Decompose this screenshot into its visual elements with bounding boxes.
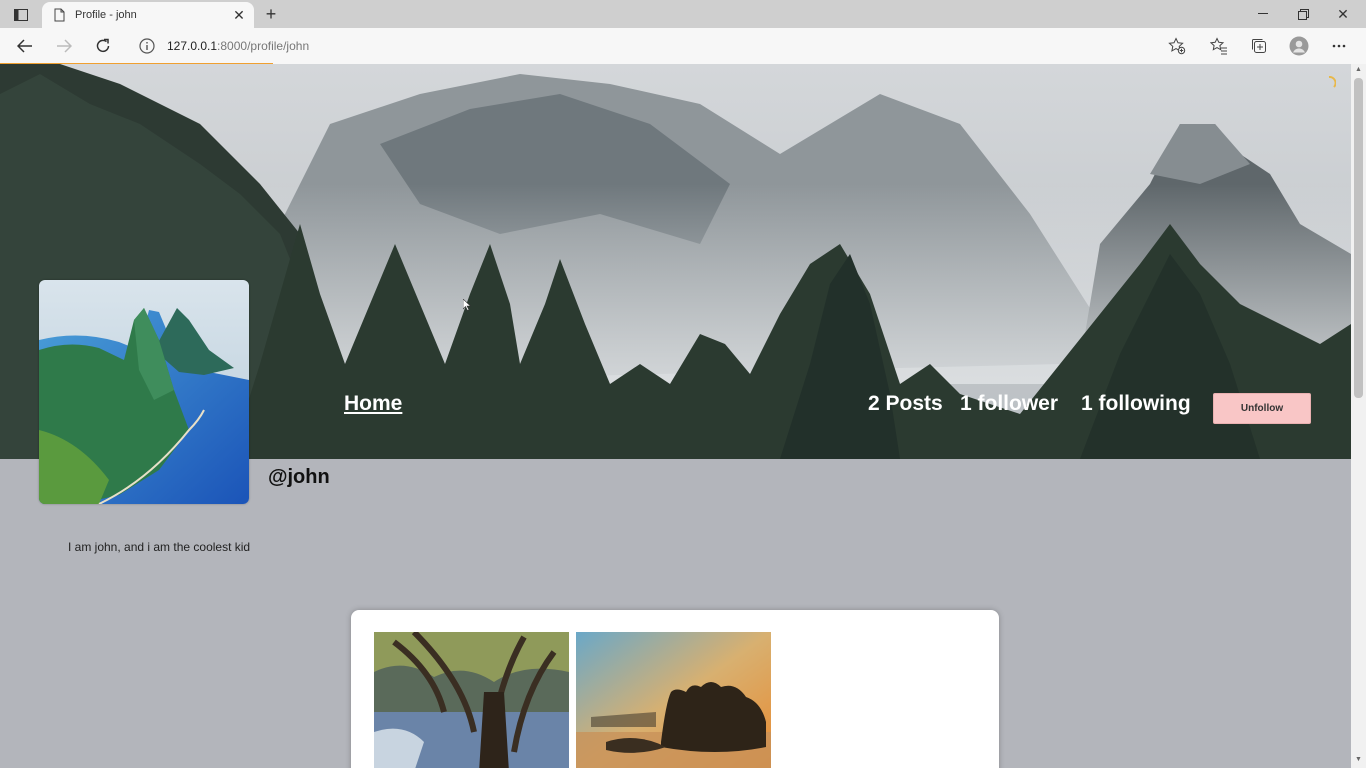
profile-page: Home 2 Posts 1 follower 1 following Unfo… <box>0 64 1351 768</box>
post-thumbnail[interactable] <box>374 632 569 768</box>
tab-actions-icon[interactable] <box>8 5 34 25</box>
posts-grid <box>351 610 999 768</box>
post-thumbnail[interactable] <box>576 632 771 768</box>
collections-icon[interactable] <box>1246 34 1272 58</box>
close-tab-icon[interactable]: ✕ <box>228 4 250 26</box>
address-bar[interactable]: 127.0.0.1:8000/profile/john <box>128 32 1198 60</box>
loading-spinner-icon <box>1322 76 1337 90</box>
favorites-icon[interactable] <box>1206 34 1232 58</box>
new-tab-button[interactable]: + <box>260 3 282 25</box>
scroll-up-icon[interactable]: ▲ <box>1354 66 1363 74</box>
home-link[interactable]: Home <box>344 392 402 416</box>
posts-count: 2 Posts <box>868 392 943 415</box>
minimize-icon[interactable] <box>1243 0 1283 28</box>
close-window-icon[interactable]: ✕ <box>1323 0 1363 28</box>
profile-avatar-icon[interactable] <box>1286 34 1312 58</box>
profile-picture <box>39 280 249 504</box>
address-toolbar: 127.0.0.1:8000/profile/john <box>0 28 1366 64</box>
site-info-icon[interactable] <box>138 37 156 55</box>
mouse-cursor-icon <box>462 298 472 316</box>
more-menu-icon[interactable] <box>1326 34 1352 58</box>
profile-bio: I am john, and i am the coolest kid <box>68 540 251 554</box>
page-icon <box>52 8 66 22</box>
refresh-icon[interactable] <box>90 33 116 59</box>
back-icon[interactable] <box>12 33 38 59</box>
scroll-down-icon[interactable]: ▼ <box>1354 756 1363 764</box>
scrollbar-thumb[interactable] <box>1354 78 1363 398</box>
followers-count[interactable]: 1 follower <box>960 392 1058 416</box>
browser-tab[interactable]: Profile - john ✕ <box>42 2 254 28</box>
forward-icon[interactable] <box>51 33 77 59</box>
unfollow-button[interactable]: Unfollow <box>1213 393 1311 424</box>
add-favorite-icon[interactable] <box>1164 34 1190 58</box>
following-count[interactable]: 1 following <box>1081 392 1191 416</box>
browser-tab-strip: Profile - john ✕ + ✕ <box>0 0 1366 28</box>
page-scrollbar[interactable]: ▲ ▼ <box>1351 64 1366 768</box>
tab-title: Profile - john <box>75 9 137 21</box>
restore-icon[interactable] <box>1283 0 1323 28</box>
profile-username: @john <box>268 466 330 488</box>
url-text: 127.0.0.1:8000/profile/john <box>167 39 310 53</box>
